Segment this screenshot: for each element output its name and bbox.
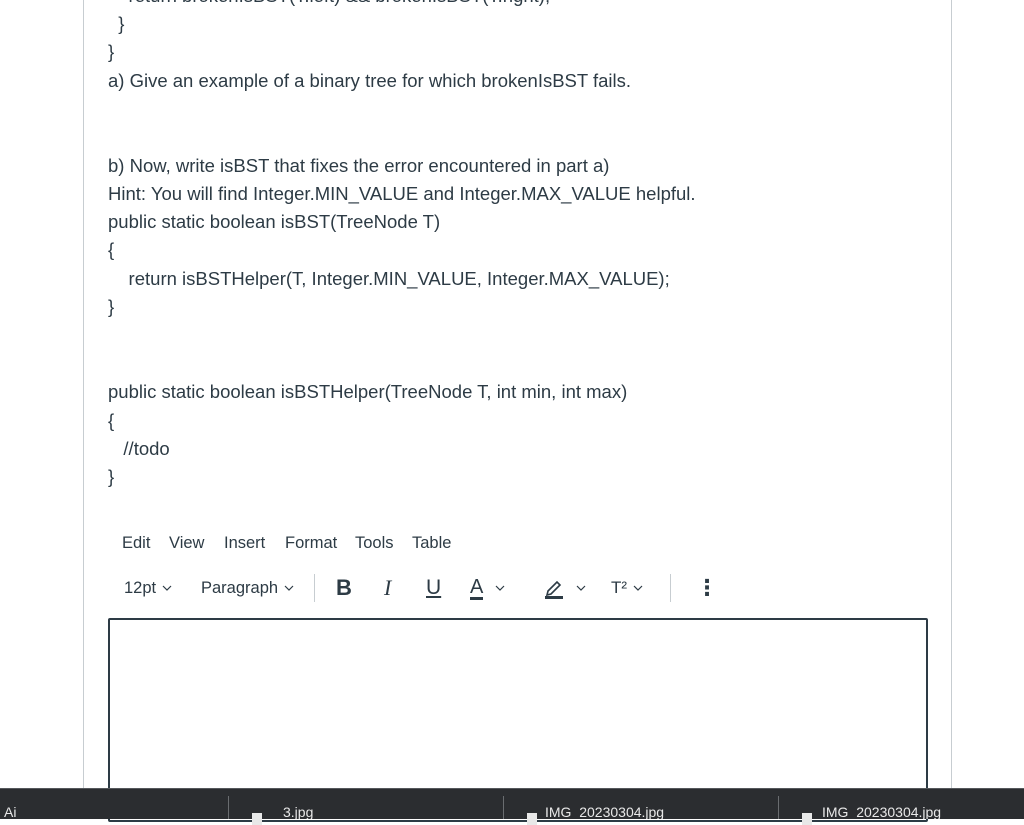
file-icon bbox=[527, 813, 537, 825]
toolbar-divider bbox=[670, 574, 671, 602]
menu-insert[interactable]: Insert bbox=[224, 531, 265, 555]
underline-button[interactable]: U bbox=[426, 572, 441, 604]
taskbar-item[interactable]: IMG_20230304.jpg bbox=[822, 789, 1022, 819]
taskbar-item[interactable]: 3.jpg bbox=[283, 789, 483, 819]
underline-icon: U bbox=[426, 576, 442, 599]
code-helper-signature: public static boolean isBSTHelper(TreeNo… bbox=[108, 381, 628, 402]
bold-icon: B bbox=[336, 575, 352, 600]
italic-button[interactable]: I bbox=[384, 572, 391, 604]
code-line-close-inner: } bbox=[108, 13, 125, 34]
file-icon bbox=[802, 813, 812, 825]
menu-format[interactable]: Format bbox=[285, 531, 337, 555]
superscript-button[interactable]: T² bbox=[611, 572, 643, 604]
code-line-return-clipped: return brokenIsBST(T.left) && brokenIsBS… bbox=[108, 0, 551, 8]
chevron-down-icon bbox=[495, 585, 505, 591]
code-isbst-signature: public static boolean isBST(TreeNode T) bbox=[108, 211, 441, 232]
highlight-color-button[interactable] bbox=[544, 572, 586, 604]
taskbar-divider bbox=[778, 796, 779, 819]
toolbar-divider bbox=[314, 574, 315, 602]
code-todo-comment: //todo bbox=[108, 438, 170, 459]
menu-view[interactable]: View bbox=[169, 531, 204, 555]
menu-edit[interactable]: Edit bbox=[122, 531, 150, 555]
block-format-value: Paragraph bbox=[201, 578, 279, 597]
block-format-dropdown[interactable]: Paragraph bbox=[201, 572, 294, 604]
chevron-down-icon bbox=[284, 585, 294, 591]
question-card: return brokenIsBST(T.left) && brokenIsBS… bbox=[83, 0, 952, 822]
editor-toolbar: 12pt Paragraph B I U A T² ⋮ bbox=[108, 572, 928, 604]
menu-tools[interactable]: Tools bbox=[355, 531, 394, 555]
code-close-brace: } bbox=[108, 296, 115, 317]
text-color-icon: A bbox=[470, 575, 484, 600]
taskbar: Ai 3.jpg IMG_20230304.jpg IMG_20230304.j… bbox=[0, 788, 1024, 825]
file-icon bbox=[252, 813, 262, 825]
bold-button[interactable]: B bbox=[336, 572, 352, 604]
taskbar-item[interactable]: IMG_20230304.jpg bbox=[545, 789, 765, 819]
code-line-close-outer: } bbox=[108, 41, 115, 62]
more-vertical-icon: ⋮ bbox=[696, 575, 718, 600]
question-part-a: a) Give an example of a binary tree for … bbox=[108, 70, 632, 91]
italic-icon: I bbox=[384, 575, 392, 600]
code-close-brace: } bbox=[108, 466, 115, 487]
code-open-brace: { bbox=[108, 239, 115, 260]
taskbar-divider bbox=[228, 796, 229, 819]
text-color-button[interactable]: A bbox=[470, 572, 505, 604]
code-isbst-return: return isBSTHelper(T, Integer.MIN_VALUE,… bbox=[108, 268, 670, 289]
superscript-icon: T² bbox=[611, 578, 628, 597]
font-size-dropdown[interactable]: 12pt bbox=[124, 572, 172, 604]
question-part-b: b) Now, write isBST that fixes the error… bbox=[108, 155, 610, 176]
question-hint: Hint: You will find Integer.MIN_VALUE an… bbox=[108, 183, 696, 204]
highlighter-icon bbox=[545, 580, 563, 599]
menu-table[interactable]: Table bbox=[412, 531, 451, 555]
font-size-value: 12pt bbox=[124, 578, 157, 597]
chevron-down-icon bbox=[633, 585, 643, 591]
chevron-down-icon bbox=[162, 585, 172, 591]
chevron-down-icon bbox=[576, 585, 586, 591]
taskbar-divider bbox=[503, 796, 504, 819]
more-options-button[interactable]: ⋮ bbox=[696, 572, 718, 604]
code-open-brace: { bbox=[108, 410, 115, 431]
taskbar-item[interactable]: Ai bbox=[4, 789, 204, 819]
